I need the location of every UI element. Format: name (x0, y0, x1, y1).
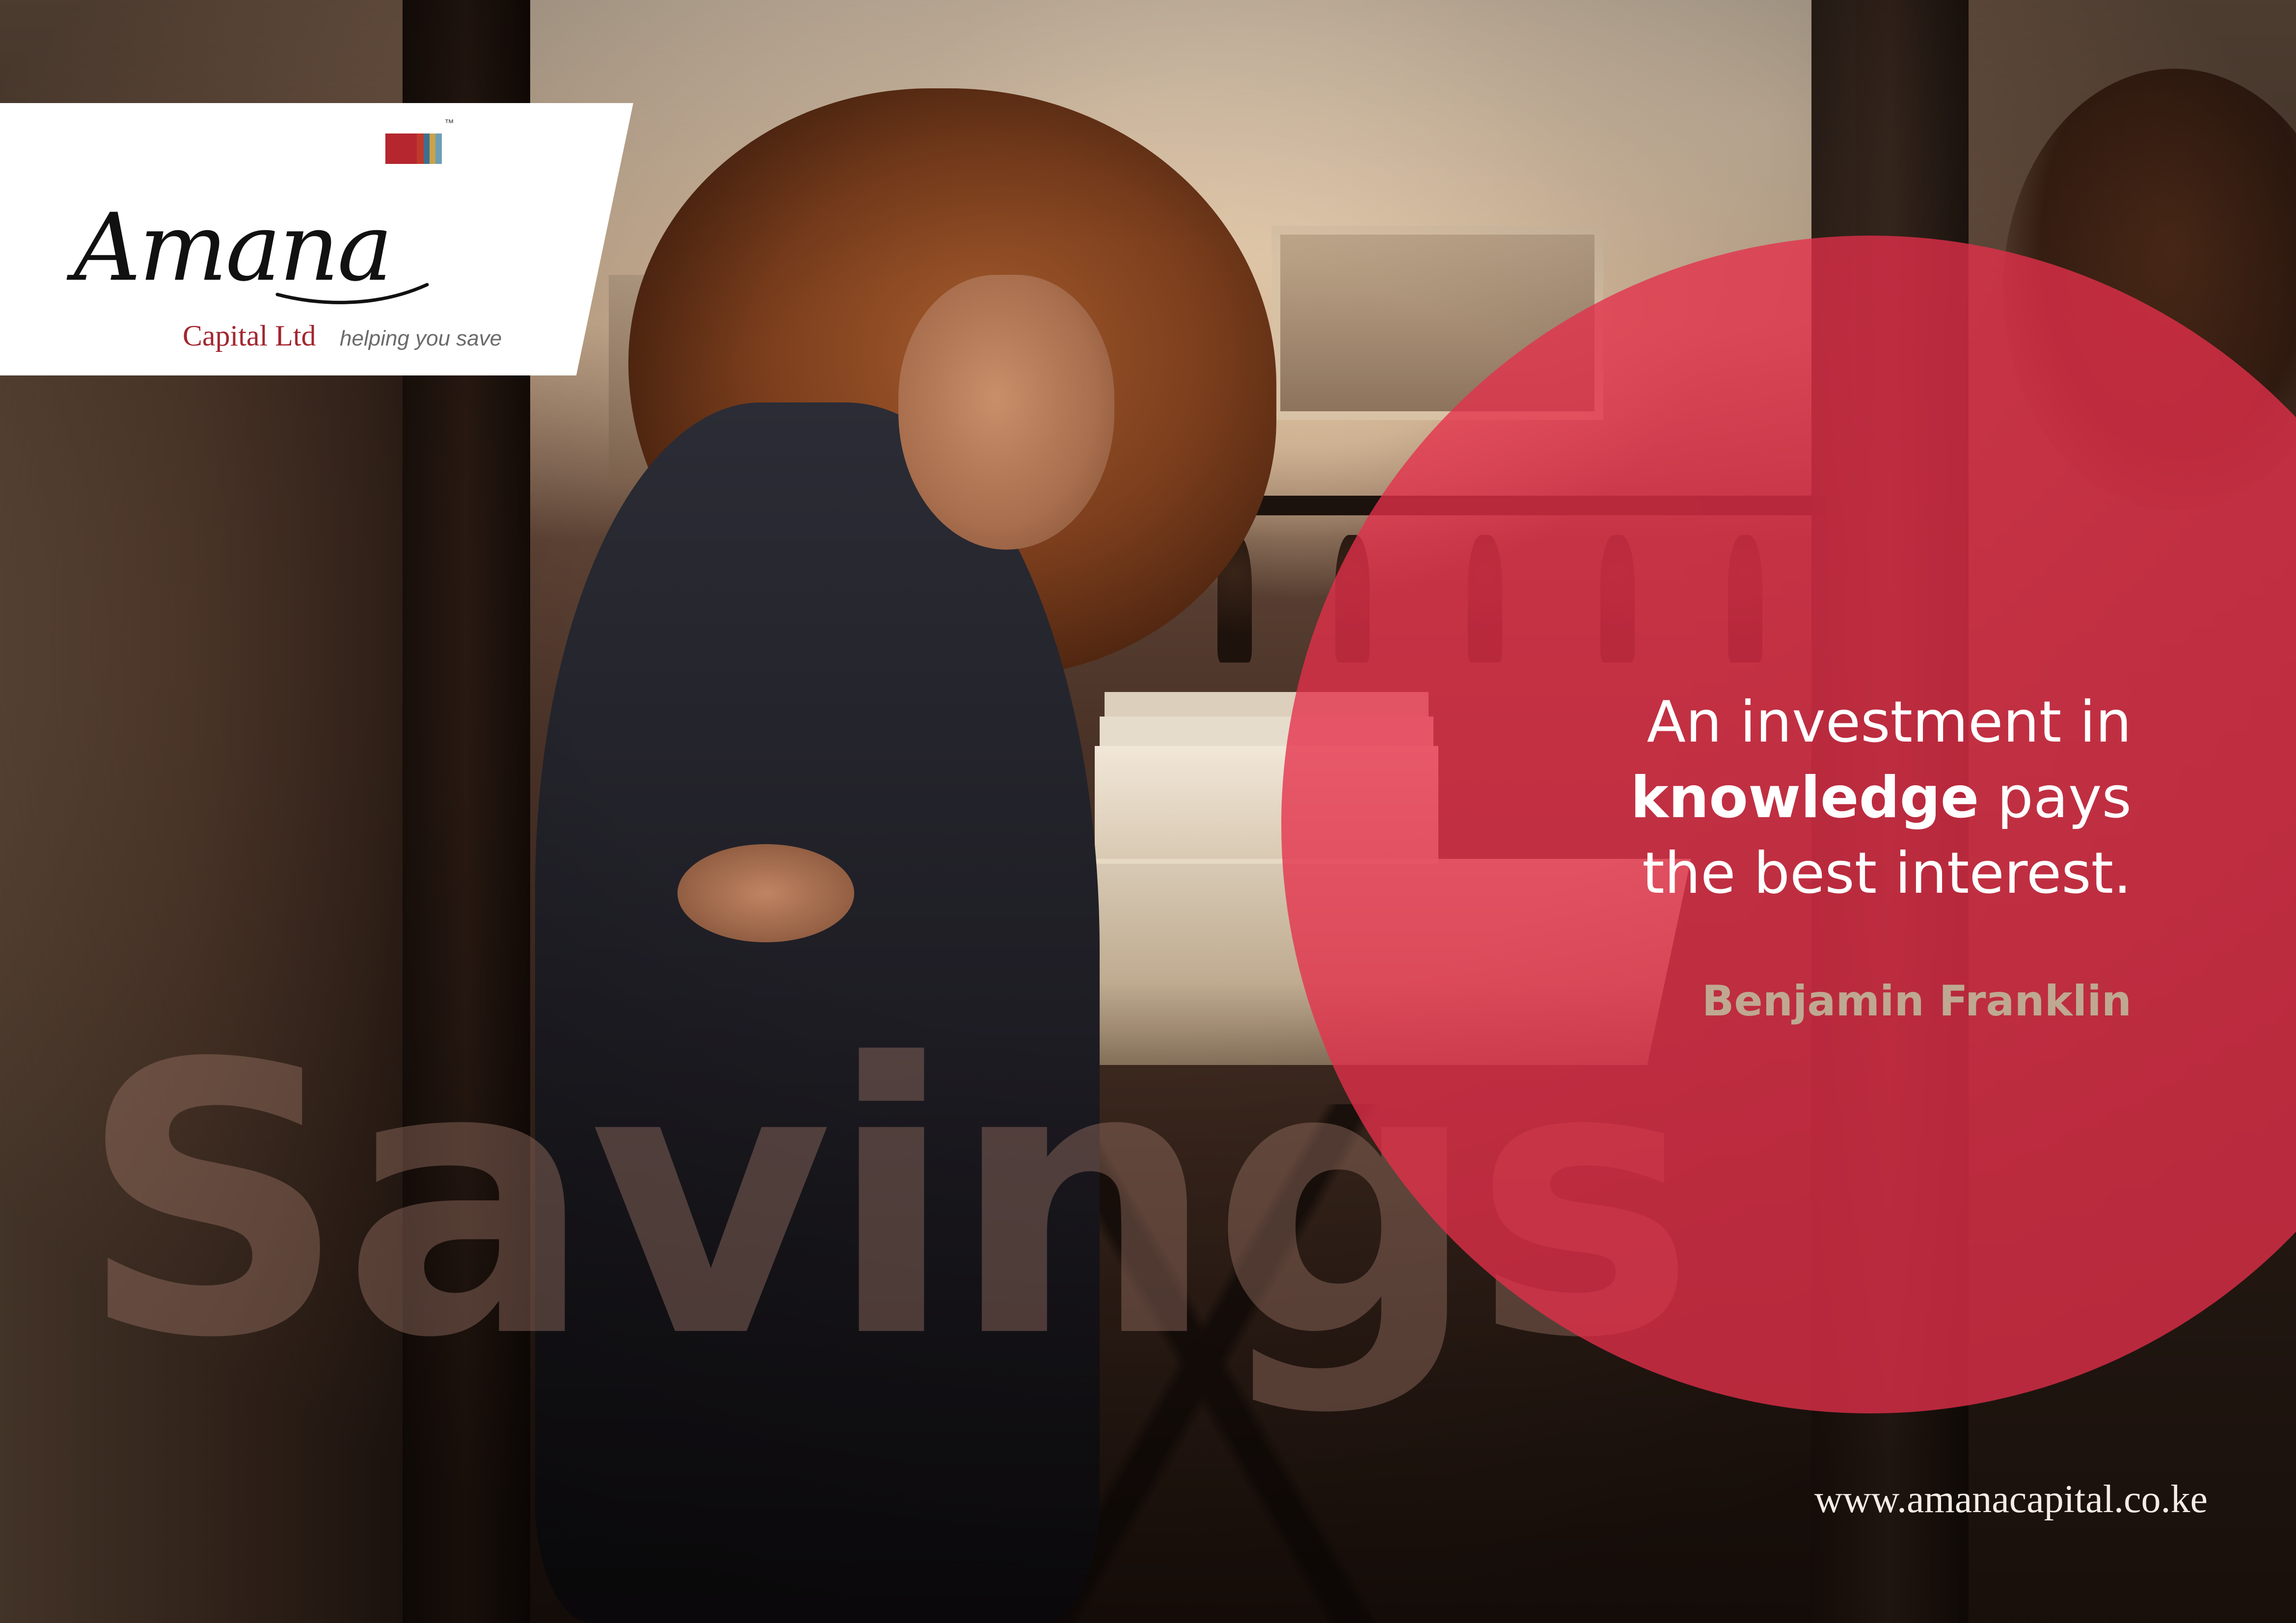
quote-author: Benjamin Franklin (1702, 977, 2132, 1026)
logo-bar-gold (430, 133, 435, 164)
logo-bar-blue (424, 133, 430, 164)
quote-line-3: the best interest. (1642, 840, 2132, 906)
trademark-mark: ™ (444, 118, 454, 129)
logo-bar-red-2 (417, 133, 424, 164)
logo-bar-teal (435, 133, 442, 164)
website-url: www.amanacapital.co.ke (1814, 1478, 2208, 1521)
quote-emphasis: knowledge (1630, 765, 1979, 831)
logo-bar-red (385, 133, 417, 164)
poster: Savings An investment in knowledge pays … (0, 0, 2296, 1623)
logo-tagline: helping you save (340, 326, 502, 350)
quote-text: An investment in knowledge pays the best… (1444, 685, 2132, 911)
logo-color-bars (385, 133, 442, 164)
quote-line-2-rest: pays (1979, 765, 2132, 831)
quote-line-1: An investment in (1647, 689, 2132, 755)
logo-subtitle: Capital Ltd (183, 319, 316, 352)
quote-line-2: knowledge pays (1444, 760, 2132, 836)
logo-swash-icon (275, 283, 429, 304)
